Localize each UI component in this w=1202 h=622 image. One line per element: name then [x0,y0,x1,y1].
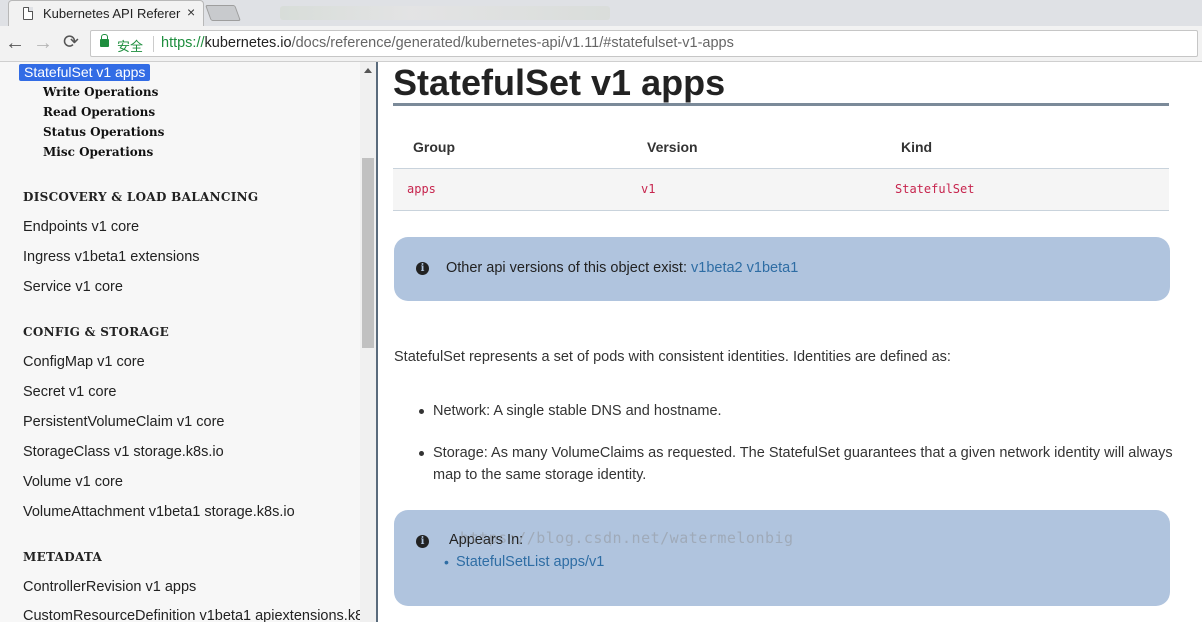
address-bar[interactable]: 安全 https://kubernetes.io/docs/reference/… [90,30,1198,57]
forward-arrow-icon[interactable]: → [32,32,54,54]
lock-icon[interactable] [100,34,109,47]
toolbar: ← → ⟳ 安全 https://kubernetes.io/docs/refe… [0,26,1202,62]
url-text[interactable]: https://kubernetes.io/docs/reference/gen… [161,35,734,51]
group-version-kind-table: Group Version Kind apps v1 StatefulSet [393,126,1169,211]
sidebar-scrollbar[interactable] [360,62,376,622]
reload-icon[interactable]: ⟳ [60,32,82,54]
list-item: Network: A single stable DNS and hostnam… [394,400,1184,422]
table-header-kind: Kind [881,126,1169,169]
table-row: apps v1 StatefulSet [393,168,1169,211]
sidebar-item-ingress[interactable]: Ingress v1beta1 extensions [23,249,200,265]
tab-title: Kubernetes API Referer [43,6,181,21]
sidebar-sub-misc-operations[interactable]: Misc Operations [43,145,153,159]
link-v1beta1[interactable]: v1beta1 [747,260,799,276]
table-header-group: Group [393,126,627,169]
scrollbar-thumb[interactable] [362,158,374,348]
sidebar-section-discovery: DISCOVERY & LOAD BALANCING [23,190,259,204]
sidebar-section-metadata: METADATA [23,550,103,564]
sidebar-item-secret[interactable]: Secret v1 core [23,384,117,400]
sidebar-item-controllerrevision[interactable]: ControllerRevision v1 apps [23,579,196,595]
sidebar-item-service[interactable]: Service v1 core [23,279,123,295]
blurred-title-area [280,6,610,20]
sidebar-section-config-storage: CONFIG & STORAGE [23,325,170,339]
link-v1beta2[interactable]: v1beta2 [691,260,743,276]
sidebar-item-persistentvolumeclaim[interactable]: PersistentVolumeClaim v1 core [23,414,224,430]
back-arrow-icon[interactable]: ← [4,32,26,54]
sidebar-item-endpoints[interactable]: Endpoints v1 core [23,219,139,235]
info-icon: i [416,262,429,275]
scroll-up-arrow-icon[interactable] [364,68,372,73]
sidebar-item-volumeattachment[interactable]: VolumeAttachment v1beta1 storage.k8s.io [23,504,295,520]
watermark-text: https://blog.csdn.net/watermelonbig [460,529,794,547]
sidebar-item-storageclass[interactable]: StorageClass v1 storage.k8s.io [23,444,224,460]
browser-tab[interactable]: Kubernetes API Referer × [8,0,204,26]
sidebar-item-customresourcedefinition[interactable]: CustomResourceDefinition v1beta1 apiexte… [23,608,370,622]
description-paragraph: StatefulSet represents a set of pods wit… [394,349,951,365]
sidebar-nav: StatefulSet v1 apps Write Operations Rea… [0,62,378,622]
sidebar-sub-status-operations[interactable]: Status Operations [43,125,164,139]
appears-in-list: • StatefulSetList apps/v1 [444,554,604,570]
sidebar-item-volume[interactable]: Volume v1 core [23,474,123,490]
title-underline [393,103,1169,106]
cell-group: apps [393,168,627,211]
cell-version: v1 [627,168,881,211]
api-versions-label: Other api versions of this object exist: [446,260,687,276]
sidebar-item-statefulset[interactable]: StatefulSet v1 apps [19,64,151,81]
url-host: kubernetes.io [204,35,292,51]
page-title: StatefulSet v1 apps [393,62,726,103]
secure-label[interactable]: 安全 [117,36,143,55]
new-tab-button[interactable] [205,5,241,21]
tab-close-icon[interactable]: × [187,4,195,20]
url-scheme: https:// [161,35,205,51]
tab-strip: Kubernetes API Referer × [0,0,1202,26]
appears-in-alert: i Appears In: • StatefulSetList apps/v1 [394,510,1170,606]
page-icon [23,7,33,20]
omnibox-divider [153,36,154,52]
info-icon: i [416,535,429,548]
url-path: /docs/reference/generated/kubernetes-api… [291,35,734,51]
sidebar-item-configmap[interactable]: ConfigMap v1 core [23,354,145,370]
table-header-row: Group Version Kind [393,126,1169,169]
sidebar-sub-write-operations[interactable]: Write Operations [43,85,158,99]
api-versions-alert: i Other api versions of this object exis… [394,237,1170,301]
api-versions-text: Other api versions of this object exist:… [446,260,798,276]
bullet-dot: • [444,554,449,570]
sidebar-sub-read-operations[interactable]: Read Operations [43,105,155,119]
table-header-version: Version [627,126,881,169]
cell-kind: StatefulSet [881,168,1169,211]
link-statefulsetlist[interactable]: StatefulSetList apps/v1 [456,554,604,570]
list-item: Storage: As many VolumeClaims as request… [394,442,1184,486]
